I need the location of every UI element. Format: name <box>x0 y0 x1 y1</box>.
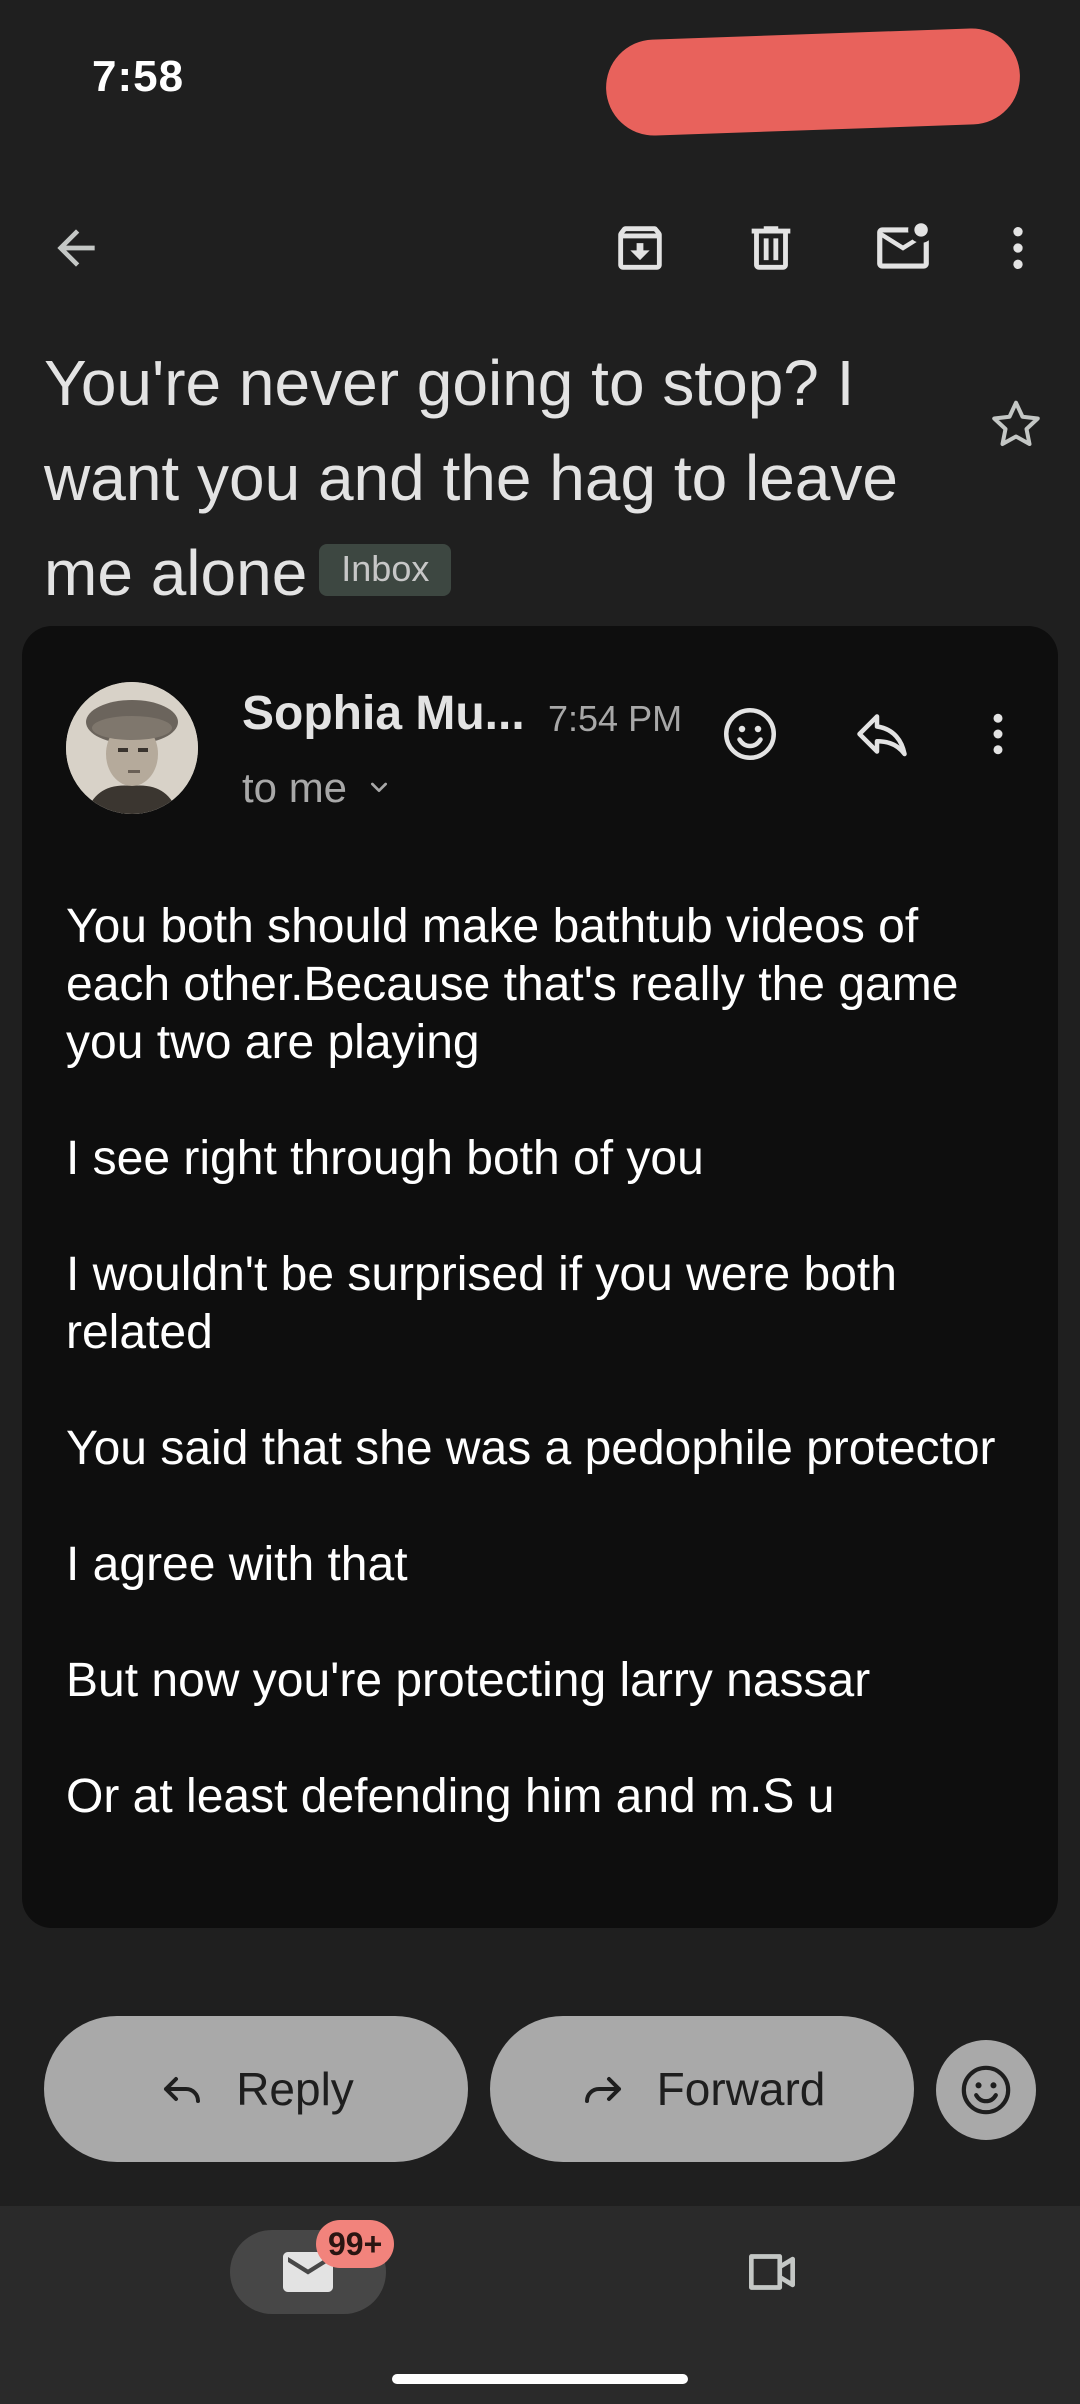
back-button[interactable] <box>28 200 124 296</box>
reply-button[interactable]: Reply <box>44 2016 468 2162</box>
reply-icon <box>857 714 907 757</box>
message-more-button[interactable] <box>956 692 1040 776</box>
status-time: 7:58 <box>92 52 185 101</box>
sender-name[interactable]: Sophia Mu... <box>242 686 525 741</box>
forward-button[interactable]: Forward <box>490 2016 914 2162</box>
subject-area: You're never going to stop? I want you a… <box>0 336 1080 626</box>
more-vert-icon <box>1013 227 1023 269</box>
message-paragraph: But now you're protecting larry nassar <box>66 1654 871 1707</box>
message-paragraph: Or at least defending him and m.S u <box>66 1770 835 1823</box>
reply-label: Reply <box>236 2063 354 2115</box>
email-subject: You're never going to stop? I want you a… <box>44 336 944 621</box>
avatar-photo <box>66 682 198 814</box>
message-time: 7:54 PM <box>548 698 683 739</box>
arrow-left-icon <box>57 229 95 267</box>
emoji-react-button[interactable] <box>936 2040 1036 2140</box>
delete-button[interactable] <box>723 200 819 296</box>
forward-icon <box>584 2077 621 2103</box>
redaction-mark <box>604 26 1022 138</box>
archive-button[interactable] <box>592 200 688 296</box>
action-bar: Reply Forward <box>0 2016 1080 2162</box>
message-paragraph: You both should make bathtub videos of e… <box>66 900 959 1069</box>
archive-icon <box>618 226 662 270</box>
home-indicator[interactable] <box>392 2374 688 2384</box>
message-paragraph: I see right through both of you <box>66 1132 704 1185</box>
sender-avatar[interactable] <box>66 682 198 814</box>
message-paragraph: You said that she was a pedophile protec… <box>66 1422 996 1475</box>
emoji-icon <box>724 708 776 760</box>
emoji-icon <box>961 2065 1011 2115</box>
message-card: Sophia Mu... 7:54 PM to me You both shou… <box>22 626 1058 1928</box>
unread-count-badge: 99+ <box>316 2220 395 2268</box>
more-vert-icon <box>993 713 1003 755</box>
chevron-down-icon <box>371 782 388 792</box>
forward-label: Forward <box>656 2063 826 2115</box>
mail-unread-icon <box>877 223 929 269</box>
subject-text: You're never going to stop? I want you a… <box>44 347 898 609</box>
star-icon <box>992 400 1040 446</box>
star-button[interactable] <box>980 388 1052 460</box>
top-toolbar <box>0 160 1080 336</box>
status-bar: 7:58 <box>0 0 1080 160</box>
recipient-details-toggle[interactable]: to me <box>242 764 395 812</box>
message-paragraph: I wouldn't be surprised if you were both… <box>66 1248 897 1359</box>
trash-icon <box>751 226 791 270</box>
mark-unread-button[interactable] <box>855 200 951 296</box>
message-body: You both should make bathtub videos of e… <box>66 898 1026 1826</box>
recipient-label: to me <box>242 764 348 811</box>
reply-button-header[interactable] <box>840 692 924 776</box>
video-camera-icon <box>749 2254 795 2290</box>
add-reaction-button[interactable] <box>708 692 792 776</box>
reply-icon <box>164 2077 201 2103</box>
message-paragraph: I agree with that <box>66 1538 408 1591</box>
more-options-button[interactable] <box>970 200 1066 296</box>
inbox-label-chip[interactable]: Inbox <box>319 544 452 597</box>
nav-meet-tab[interactable] <box>722 2230 822 2314</box>
